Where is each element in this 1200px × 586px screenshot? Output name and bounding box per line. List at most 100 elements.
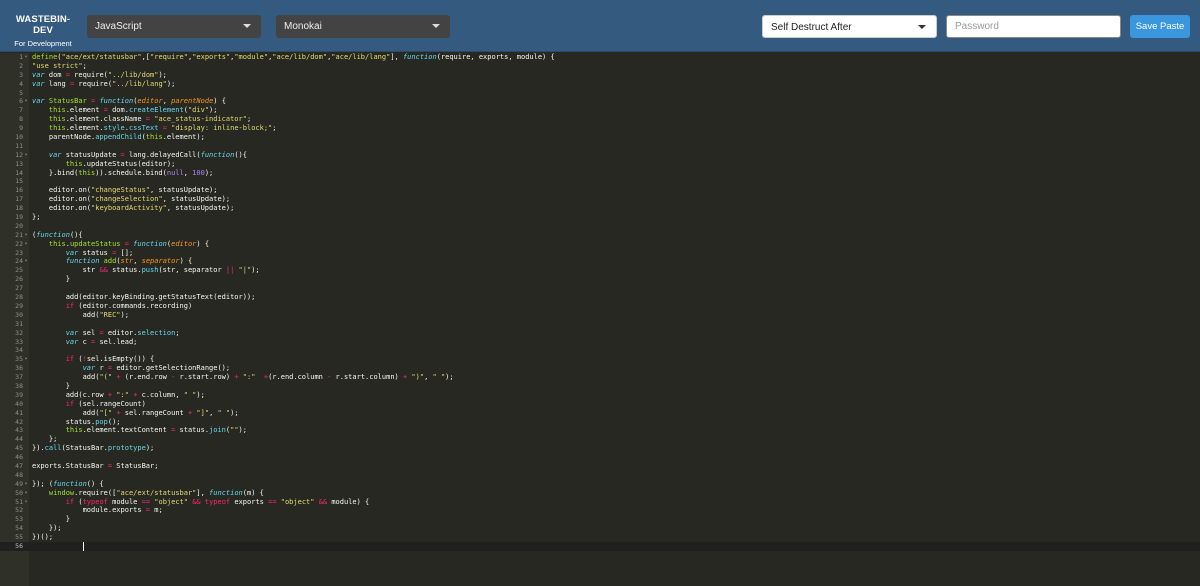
code-line[interactable]: 32 var sel = editor.selection; <box>0 329 1200 338</box>
code-line[interactable]: 1 ▾ define("ace/ext/statusbar",["require",… <box>0 53 1200 62</box>
code-line[interactable]: 35 ▾ if (!sel.isEmpty()) { <box>0 355 1200 364</box>
code-line[interactable]: 25 str && status.push(str, separator || … <box>0 266 1200 275</box>
fold-toggle-icon[interactable]: ▾ <box>23 53 29 62</box>
code-line[interactable]: 42 status.pop(); <box>0 418 1200 427</box>
code-line[interactable]: 45}).call(StatusBar.prototype); <box>0 444 1200 453</box>
line-number: 42 <box>15 417 23 426</box>
fold-toggle-icon[interactable]: ▾ <box>23 355 29 364</box>
brand-logo[interactable]: WASTEBIN-DEV For Development <box>6 14 80 48</box>
code-line[interactable]: 30 add("REC"); <box>0 311 1200 320</box>
fold-toggle-icon[interactable]: ▾ <box>23 231 29 240</box>
code-line[interactable]: 6 ▾ var StatusBar = function(editor, paren… <box>0 97 1200 106</box>
code-line[interactable]: 14 }.bind(this)).schedule.bind(null, 100… <box>0 169 1200 178</box>
line-number: 46 <box>15 453 23 462</box>
code-line[interactable]: 3 var dom = require("../lib/dom"); <box>0 71 1200 80</box>
code-line[interactable]: 47 exports.StatusBar = StatusBar; <box>0 462 1200 471</box>
line-number: 7 <box>19 106 23 115</box>
code-line[interactable]: 26 } <box>0 275 1200 284</box>
line-number: 25 <box>15 266 23 275</box>
theme-select[interactable]: Monokai <box>276 15 450 38</box>
code-line[interactable]: 50 ▾ window.require(["ace/ext/statusbar"]… <box>0 489 1200 498</box>
code-text: if (!sel.isEmpty()) { <box>65 355 155 364</box>
code-line[interactable]: 5 <box>0 89 1200 98</box>
code-text: editor.on("keyboardActivity", statusUpda… <box>32 204 235 213</box>
code-line[interactable]: 31 <box>0 320 1200 329</box>
code-line[interactable]: 22 ▾ this.updateStatus = function(editor)… <box>0 240 1200 249</box>
language-select[interactable]: JavaScript <box>87 15 261 38</box>
code-line[interactable]: 44 }; <box>0 435 1200 444</box>
code-line[interactable]: 41 add("[" + sel.rangeCount + "]", " "); <box>0 409 1200 418</box>
code-line[interactable]: 38 } <box>0 382 1200 391</box>
code-text: } <box>32 275 70 284</box>
code-line[interactable]: 52 module.exports = m; <box>0 506 1200 515</box>
code-line[interactable]: 48 <box>0 471 1200 480</box>
code-line[interactable]: 53 } <box>0 515 1200 524</box>
code-line[interactable]: 23 var status = []; <box>0 249 1200 258</box>
code-line[interactable]: 16 editor.on("changeStatus", statusUpdat… <box>0 186 1200 195</box>
code-line[interactable]: 20 <box>0 222 1200 231</box>
line-number: 37 <box>15 373 23 382</box>
code-line[interactable]: 2 "use strict"; <box>0 62 1200 71</box>
self-destruct-select[interactable]: Self Destruct After <box>762 15 937 38</box>
code-line[interactable]: 8 this.element.className = "ace_status-i… <box>0 115 1200 124</box>
code-line[interactable]: 21 ▾ (function(){ <box>0 231 1200 240</box>
line-number: 20 <box>15 221 23 230</box>
code-line[interactable]: 46 <box>0 453 1200 462</box>
code-line[interactable]: 19}; <box>0 213 1200 222</box>
code-editor[interactable]: 1 ▾ define("ace/ext/statusbar",["require",… <box>0 53 1200 586</box>
code-text: add("REC"); <box>32 310 129 319</box>
code-text: this.updateStatus(editor); <box>65 159 176 168</box>
code-line[interactable]: 13 this.updateStatus(editor); <box>0 160 1200 169</box>
code-text: parentNode.appendChild(this.element); <box>32 133 205 142</box>
code-line[interactable]: 51 ▾ if (typeof module == "object" && typ… <box>0 498 1200 507</box>
code-line[interactable]: 10 parentNode.appendChild(this.element); <box>0 133 1200 142</box>
fold-toggle-icon[interactable]: ▾ <box>23 480 29 489</box>
code-line[interactable]: 29 if (editor.commands.recording) <box>0 302 1200 311</box>
code-line[interactable]: 54 }); <box>0 524 1200 533</box>
password-input[interactable] <box>946 15 1121 38</box>
line-number: 14 <box>15 168 23 177</box>
code-line[interactable]: 37 add("(" + (r.end.row - r.start.row) +… <box>0 373 1200 382</box>
code-line[interactable]: 56 <box>0 541 1200 551</box>
fold-toggle-icon[interactable]: ▾ <box>23 97 29 106</box>
fold-toggle-icon[interactable]: ▾ <box>23 151 29 160</box>
top-bar: WASTEBIN-DEV For Development JavaScript … <box>0 0 1200 52</box>
save-paste-button[interactable]: Save Paste <box>1130 15 1190 38</box>
fold-toggle-icon[interactable]: ▾ <box>23 240 29 249</box>
code-line[interactable]: 15 <box>0 177 1200 186</box>
code-line[interactable]: 34 <box>0 346 1200 355</box>
code-line[interactable]: 9 this.element.style.cssText = "display:… <box>0 124 1200 133</box>
code-line[interactable]: 12 ▾ var statusUpdate = lang.delayedCall(… <box>0 151 1200 160</box>
line-number: 13 <box>15 159 23 168</box>
code-line[interactable]: 28 add(editor.keyBinding.getStatusText(e… <box>0 293 1200 302</box>
code-line[interactable]: 17 editor.on("changeSelection", statusUp… <box>0 195 1200 204</box>
line-number: 41 <box>15 408 23 417</box>
code-line[interactable]: 7 this.element = dom.createElement("div"… <box>0 106 1200 115</box>
theme-select-value: Monokai <box>284 21 322 32</box>
code-line[interactable]: 24 ▾ function add(str, separator) { <box>0 257 1200 266</box>
line-number: 48 <box>15 470 23 479</box>
fold-toggle-icon[interactable]: ▾ <box>23 489 29 498</box>
fold-toggle-icon[interactable]: ▾ <box>23 257 29 266</box>
code-line[interactable]: 55})(); <box>0 533 1200 542</box>
code-line[interactable]: 49 ▾}); (function() { <box>0 480 1200 489</box>
code-line[interactable]: 36 var r = editor.getSelectionRange(); <box>0 364 1200 373</box>
code-line[interactable]: 18 editor.on("keyboardActivity", statusU… <box>0 204 1200 213</box>
code-lines[interactable]: 1 ▾ define("ace/ext/statusbar",["require",… <box>0 53 1200 551</box>
code-line[interactable]: 43 this.element.textContent = status.joi… <box>0 426 1200 435</box>
brand-title: WASTEBIN-DEV <box>15 14 71 36</box>
code-line[interactable]: 27 <box>0 284 1200 293</box>
line-number: 28 <box>15 293 23 302</box>
code-text: editor.on("changeSelection", statusUpdat… <box>32 195 231 204</box>
code-line[interactable]: 40 if (sel.rangeCount) <box>0 400 1200 409</box>
code-line[interactable]: 33 var c = sel.lead; <box>0 338 1200 347</box>
code-text: add(editor.keyBinding.getStatusText(edit… <box>32 293 256 302</box>
code-line[interactable]: 4 var lang = require("../lib/lang"); <box>0 80 1200 89</box>
code-line[interactable]: 39 add(c.row + ":" + c.column, " "); <box>0 391 1200 400</box>
code-text <box>32 541 84 551</box>
code-text: window.require(["ace/ext/statusbar"], fu… <box>48 488 264 497</box>
code-line[interactable]: 11 <box>0 142 1200 151</box>
fold-toggle-icon[interactable]: ▾ <box>23 498 29 507</box>
line-number: 40 <box>15 399 23 408</box>
language-select-value: JavaScript <box>95 21 142 32</box>
